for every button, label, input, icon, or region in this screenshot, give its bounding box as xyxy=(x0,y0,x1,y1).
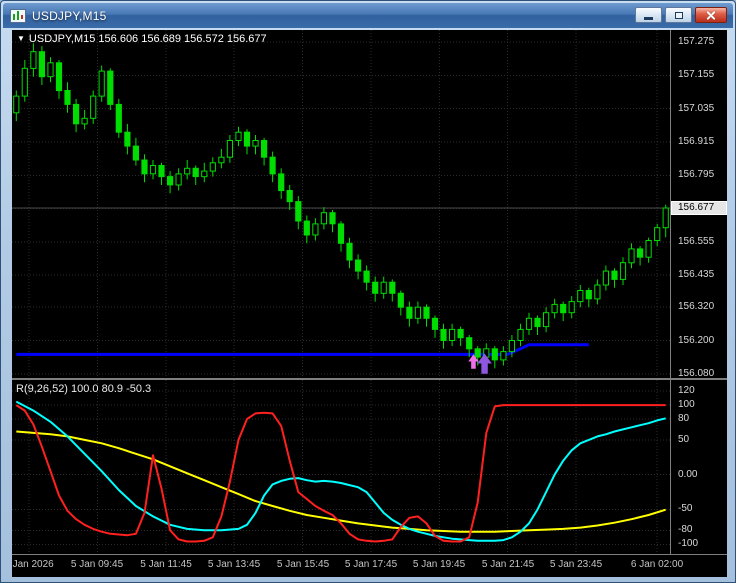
window-controls xyxy=(635,7,727,23)
price-axis-label: 157.275 xyxy=(678,36,714,48)
price-axis-label: 157.035 xyxy=(678,103,714,115)
indicator-axis[interactable]: 120 100 80 50 0.00 -50 -80 -100 xyxy=(671,380,727,554)
price-axis-label: 157.155 xyxy=(678,69,714,81)
pane-separator[interactable] xyxy=(12,378,727,380)
indicator-axis-label: -80 xyxy=(678,524,692,536)
time-axis-label: 5 Jan 09:45 xyxy=(57,559,137,570)
current-price-tag: 156.677 xyxy=(671,201,727,215)
price-axis-label: 156.795 xyxy=(678,169,714,181)
close-icon xyxy=(706,10,717,21)
ohlc-text: USDJPY,M15 156.606 156.689 156.572 156.6… xyxy=(29,33,267,45)
title-bar[interactable]: USDJPY,M15 xyxy=(3,3,733,28)
collapse-arrow-icon[interactable]: ▼ xyxy=(17,34,25,43)
price-axis-label: 156.555 xyxy=(678,236,714,248)
price-axis-label: 156.320 xyxy=(678,301,714,313)
indicator-axis-label: 80 xyxy=(678,413,689,425)
price-axis-label: 156.200 xyxy=(678,335,714,347)
restore-icon xyxy=(675,12,683,19)
time-axis[interactable]: 5 Jan 20265 Jan 09:455 Jan 11:455 Jan 13… xyxy=(12,555,727,577)
chart-client-area: ▼ USDJPY,M15 156.606 156.689 156.572 156.… xyxy=(12,30,727,577)
indicator-pane[interactable] xyxy=(12,380,670,554)
minimize-icon xyxy=(644,17,653,20)
price-axis-label: 156.915 xyxy=(678,136,714,148)
indicator-axis-label: 100 xyxy=(678,399,695,411)
window-title: USDJPY,M15 xyxy=(32,9,106,23)
minimize-button[interactable] xyxy=(635,7,662,23)
chart-window-icon xyxy=(10,9,26,23)
main-chart[interactable] xyxy=(12,30,670,378)
indicator-axis-label: 120 xyxy=(678,385,695,397)
indicator-axis-label: 0.00 xyxy=(678,469,697,481)
time-axis-label: 5 Jan 13:45 xyxy=(194,559,274,570)
indicator-axis-label: 50 xyxy=(678,434,689,446)
price-axis-label: 156.435 xyxy=(678,269,714,281)
time-axis-label: 6 Jan 02:00 xyxy=(617,559,697,570)
time-axis-label: 5 Jan 23:45 xyxy=(536,559,616,570)
chart-ohlc-readout: ▼ USDJPY,M15 156.606 156.689 156.572 156.… xyxy=(17,33,267,45)
price-axis-label: 156.080 xyxy=(678,368,714,380)
indicator-axis-label: -50 xyxy=(678,503,692,515)
restore-button[interactable] xyxy=(665,7,692,23)
time-axis-label: 5 Jan 19:45 xyxy=(399,559,479,570)
close-button[interactable] xyxy=(695,7,727,23)
indicator-label: R(9,26,52) 100.0 80.9 -50.3 xyxy=(16,383,151,395)
chart-window: USDJPY,M15 ▼ USDJPY,M15 156.606 156.689 1… xyxy=(0,0,736,583)
indicator-axis-label: -100 xyxy=(678,538,698,550)
